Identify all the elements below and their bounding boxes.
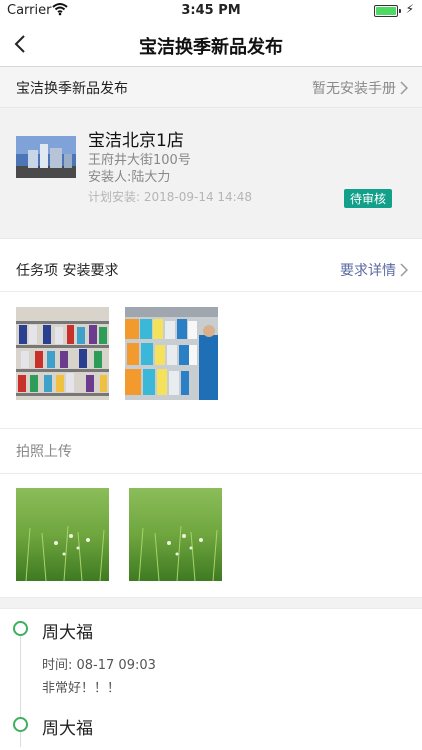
timeline-dot-icon [13, 621, 28, 636]
store-card[interactable]: 宝洁北京1店 王府井大街100号 安装人:陆大力 计划安装: 2018-09-1… [0, 107, 422, 239]
status-time: 3:45 PM [181, 3, 241, 18]
timeline-message: 非常好！！！ [42, 681, 121, 696]
timeline-dot-icon [13, 717, 28, 732]
page-title: 宝洁换季新品发布 [139, 37, 283, 58]
charging-icon: ⚡ [405, 2, 414, 16]
status-badge: 待审核 [343, 189, 392, 208]
chevron-right-icon [400, 80, 409, 95]
uploaded-photo[interactable] [16, 488, 109, 581]
manual-link[interactable]: 暂无安装手册 [312, 78, 396, 98]
requirement-details-link[interactable]: 要求详情 [340, 260, 396, 280]
chevron-right-icon [400, 262, 409, 277]
photo-upload-label: 拍照上传 [16, 444, 72, 460]
timeline-user: 周大福 [42, 623, 93, 643]
photo-upload-section: 拍照上传 [0, 428, 422, 474]
planned-install-time: 计划安装: 2018-09-14 14:48 [88, 190, 252, 204]
requirement-photo[interactable] [125, 307, 218, 400]
manual-row[interactable]: 宝洁换季新品发布 暂无安装手册 [0, 67, 422, 107]
requirement-images [0, 307, 422, 403]
battery-icon [374, 5, 401, 17]
uploaded-photo[interactable] [129, 488, 222, 581]
project-name: 宝洁换季新品发布 [16, 81, 128, 97]
review-timeline: 周大福 时间: 08-17 09:03 非常好！！！ 周大福 [0, 607, 422, 750]
timeline-user: 周大福 [42, 719, 93, 739]
task-label: 任务项 安装要求 [16, 263, 119, 279]
timeline-time: 时间: 08-17 09:03 [42, 658, 156, 673]
store-installer: 安装人:陆大力 [88, 170, 171, 185]
uploaded-images [0, 488, 422, 582]
store-thumbnail [16, 136, 76, 178]
store-name: 宝洁北京1店 [88, 131, 184, 151]
task-row[interactable]: 任务项 安装要求 要求详情 [0, 249, 422, 292]
requirement-photo[interactable] [16, 307, 109, 400]
status-bar: Carrier 3:45 PM ⚡ [0, 0, 422, 22]
navigation-bar: 宝洁换季新品发布 [0, 22, 422, 67]
